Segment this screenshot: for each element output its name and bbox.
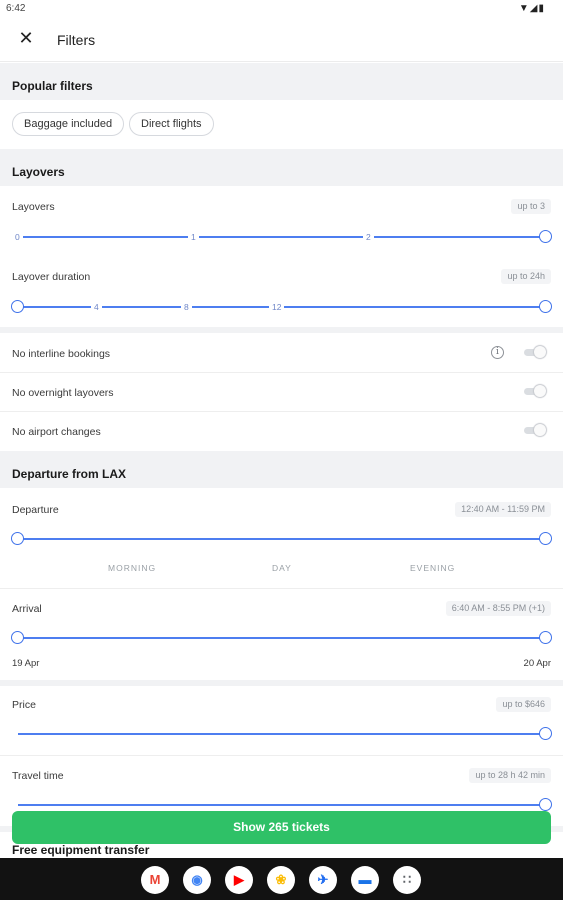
toggle-no-airport-changes[interactable] xyxy=(522,424,546,436)
price-max-handle[interactable] xyxy=(539,727,552,740)
layovers-tick: 1 xyxy=(188,232,199,242)
section-heading: Layovers xyxy=(12,165,65,179)
divider xyxy=(0,755,563,756)
departure-slider-track[interactable] xyxy=(18,538,545,540)
android-taskbar: M ◉ ▶ ❀ ✈ ▬ ∷ xyxy=(0,858,563,900)
daypart-day: DAY xyxy=(272,563,292,573)
layover-duration-tick: 4 xyxy=(91,302,102,312)
divider xyxy=(0,411,563,412)
toggle-no-overnight-layovers[interactable] xyxy=(522,385,546,397)
departure-badge: 12:40 AM - 11:59 PM xyxy=(455,502,551,517)
travel-time-slider-track[interactable] xyxy=(18,804,545,806)
price-slider-track[interactable] xyxy=(18,733,545,735)
departure-max-handle[interactable] xyxy=(539,532,552,545)
equipment-heading: Free equipment transfer xyxy=(12,843,150,857)
arrival-end-date: 20 Apr xyxy=(523,658,551,669)
status-bar: 6:42 ▼◢▮ xyxy=(0,0,563,18)
chrome-icon[interactable]: ◉ xyxy=(183,866,211,894)
youtube-icon[interactable]: ▶ xyxy=(225,866,253,894)
top-app-bar: ✕ Filters xyxy=(0,18,563,62)
arrival-slider-track[interactable] xyxy=(18,637,545,639)
layover-duration-badge: up to 24h xyxy=(501,269,551,284)
section-heading: Popular filters xyxy=(12,79,93,93)
section-gap xyxy=(0,680,563,686)
arrival-label: Arrival xyxy=(12,603,42,615)
departure-min-handle[interactable] xyxy=(11,532,24,545)
layover-duration-max-handle[interactable] xyxy=(539,300,552,313)
divider xyxy=(0,372,563,373)
layovers-slider-track[interactable] xyxy=(18,236,545,238)
price-badge: up to $646 xyxy=(496,697,551,712)
travel-time-badge: up to 28 h 42 min xyxy=(469,768,551,783)
layovers-label: Layovers xyxy=(12,201,55,213)
status-time: 6:42 xyxy=(6,3,26,14)
daypart-morning: MORNING xyxy=(108,563,157,573)
travel-time-label: Travel time xyxy=(12,770,64,782)
arrival-start-date: 19 Apr xyxy=(12,658,40,669)
layover-duration-tick: 8 xyxy=(181,302,192,312)
toggle-label-overnight: No overnight layovers xyxy=(12,387,114,399)
info-icon[interactable]: i xyxy=(491,346,504,359)
status-icons: ▼◢▮ xyxy=(518,3,545,14)
toggle-label-interline: No interline bookings xyxy=(12,348,111,360)
layover-duration-min-handle[interactable] xyxy=(11,300,24,313)
page-title: Filters xyxy=(57,32,96,48)
photos-icon[interactable]: ❀ xyxy=(267,866,295,894)
section-gap xyxy=(0,327,563,333)
section-layovers: Layovers xyxy=(0,149,563,186)
arrival-min-handle[interactable] xyxy=(11,631,24,644)
app-drawer-icon[interactable]: ∷ xyxy=(393,866,421,894)
aviasales-icon[interactable]: ✈ xyxy=(309,866,337,894)
messages-icon[interactable]: ▬ xyxy=(351,866,379,894)
chip-direct-flights[interactable]: Direct flights xyxy=(129,112,214,136)
toggle-label-airport-changes: No airport changes xyxy=(12,426,101,438)
layovers-max-handle[interactable] xyxy=(539,230,552,243)
layover-duration-label: Layover duration xyxy=(12,271,91,283)
layovers-tick: 2 xyxy=(363,232,374,242)
section-heading: Departure from LAX xyxy=(12,467,127,481)
layover-duration-tick: 12 xyxy=(269,302,285,312)
arrival-badge: 6:40 AM - 8:55 PM (+1) xyxy=(445,601,551,616)
layovers-badge: up to 3 xyxy=(511,199,551,214)
section-popular-filters: Popular filters xyxy=(0,63,563,100)
travel-time-max-handle[interactable] xyxy=(539,798,552,811)
arrival-max-handle[interactable] xyxy=(539,631,552,644)
show-tickets-button[interactable]: Show 265 tickets xyxy=(12,811,551,844)
divider xyxy=(0,588,563,589)
section-departure: Departure from LAX xyxy=(0,451,563,488)
chip-baggage-included[interactable]: Baggage included xyxy=(12,112,125,136)
gmail-icon[interactable]: M xyxy=(141,866,169,894)
departure-label: Departure xyxy=(12,504,59,516)
price-label: Price xyxy=(12,699,36,711)
daypart-evening: EVENING xyxy=(410,563,456,573)
close-icon[interactable]: ✕ xyxy=(14,26,38,50)
toggle-no-interline-bookings[interactable] xyxy=(522,346,546,358)
layovers-tick: 0 xyxy=(12,232,23,242)
